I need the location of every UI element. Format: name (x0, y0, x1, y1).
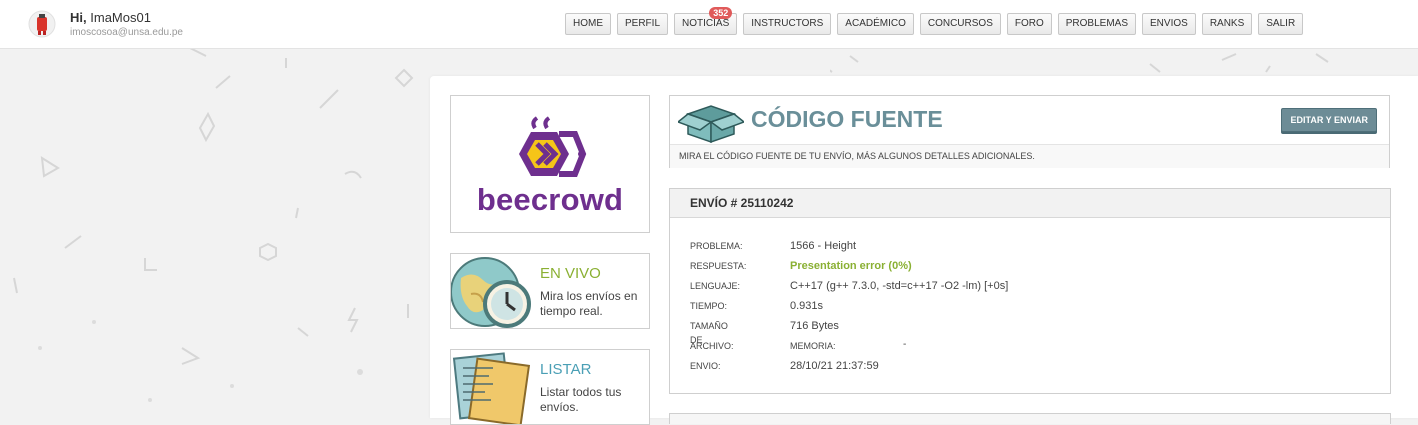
top-bar: Hi, ImaMos01 imoscosoa@unsa.edu.pe HOME … (0, 0, 1418, 49)
live-title: EN VIVO (540, 265, 601, 282)
globe-clock-icon (451, 257, 531, 328)
memory-label: MEMORIA: (790, 341, 836, 351)
documents-list-icon (452, 352, 531, 424)
verdict-value: Presentation error (0%) (790, 260, 912, 272)
detail-label: LENGUAJE: (690, 281, 741, 291)
language-value: C++17 (g++ 7.3.0, -std=c++17 -O2 -lm) [+… (790, 280, 1009, 292)
menu-home-button[interactable]: HOME (565, 13, 611, 35)
detail-label: RESPUESTA: (690, 261, 747, 271)
menu-academico-button[interactable]: ACADÉMICO (837, 13, 914, 35)
problem-link[interactable]: 1566 - Height (790, 239, 856, 253)
submission-header: ENVÍO # 25110242 (670, 189, 1390, 218)
menu-problemas-button[interactable]: PROBLEMAS (1057, 13, 1137, 35)
beecrowd-logo-text: beecrowd (476, 182, 624, 217)
menu-instructors-button[interactable]: INSTRUCTORS (743, 13, 832, 35)
menu-noticias-label: NOTICIAS (682, 18, 730, 29)
menu-envios-button[interactable]: ENVIOS (1142, 13, 1196, 35)
background-decoration (0, 48, 430, 418)
username[interactable]: ImaMos01 (90, 10, 151, 25)
memory-value: - (903, 339, 907, 350)
greeting-prefix: Hi, (70, 10, 87, 25)
open-box-icon (678, 105, 744, 144)
sent-value: 28/10/21 21:37:59 (790, 360, 879, 372)
size-value: 716 Bytes (790, 320, 839, 332)
list-submissions-card[interactable]: LISTAR Listar todos tus envíos. (450, 349, 650, 425)
background-decoration-right (830, 48, 1418, 76)
menu-ranks-button[interactable]: RANKS (1201, 13, 1253, 35)
main-menu: HOME PERFIL NOTICIAS 352 INSTRUCTORS ACA… (565, 7, 1304, 35)
live-description: Mira los envíos en tiempo real. (540, 289, 638, 318)
page-subtitle: MIRA EL CÓDIGO FUENTE DE TU ENVÍO, MÁS A… (670, 144, 1389, 168)
notifications-badge: 352 (709, 7, 733, 19)
menu-salir-button[interactable]: SALIR (1258, 13, 1304, 35)
edit-and-submit-button[interactable]: EDITAR Y ENVIAR (1281, 108, 1377, 132)
main-content: beecrowd EN VIVO Mira los envíos en tiem… (430, 76, 1418, 425)
menu-foro-button[interactable]: FORO (1006, 13, 1052, 35)
live-submissions-card[interactable]: EN VIVO Mira los envíos en tiempo real. (450, 253, 650, 329)
detail-label: ARCHIVO: (690, 341, 734, 351)
time-value: 0.931s (790, 300, 824, 312)
detail-label: PROBLEMA: (690, 241, 743, 251)
page-title: CÓDIGO FUENTE (751, 106, 943, 132)
user-email: imoscosoa@unsa.edu.pe (70, 27, 183, 38)
next-panel-edge (669, 413, 1391, 424)
detail-label: ENVIO: (690, 361, 721, 371)
user-greeting: Hi, ImaMos01 (70, 10, 151, 25)
submission-details-panel: ENVÍO # 25110242 PROBLEMA: 1566 - Height… (669, 188, 1391, 394)
menu-concursos-button[interactable]: CONCURSOS (919, 13, 1001, 35)
source-code-panel: CÓDIGO FUENTE EDITAR Y ENVIAR MIRA EL CÓ… (669, 95, 1390, 168)
user-avatar[interactable] (28, 10, 56, 38)
menu-perfil-button[interactable]: PERFIL (617, 13, 669, 35)
menu-noticias-button[interactable]: NOTICIAS 352 (674, 7, 738, 35)
beecrowd-logo-box[interactable]: beecrowd (450, 95, 650, 233)
beecrowd-logo-icon (519, 116, 587, 177)
list-title: LISTAR (540, 361, 592, 378)
list-description: Listar todos tus envíos. (540, 385, 622, 414)
detail-label: TIEMPO: (690, 301, 728, 311)
